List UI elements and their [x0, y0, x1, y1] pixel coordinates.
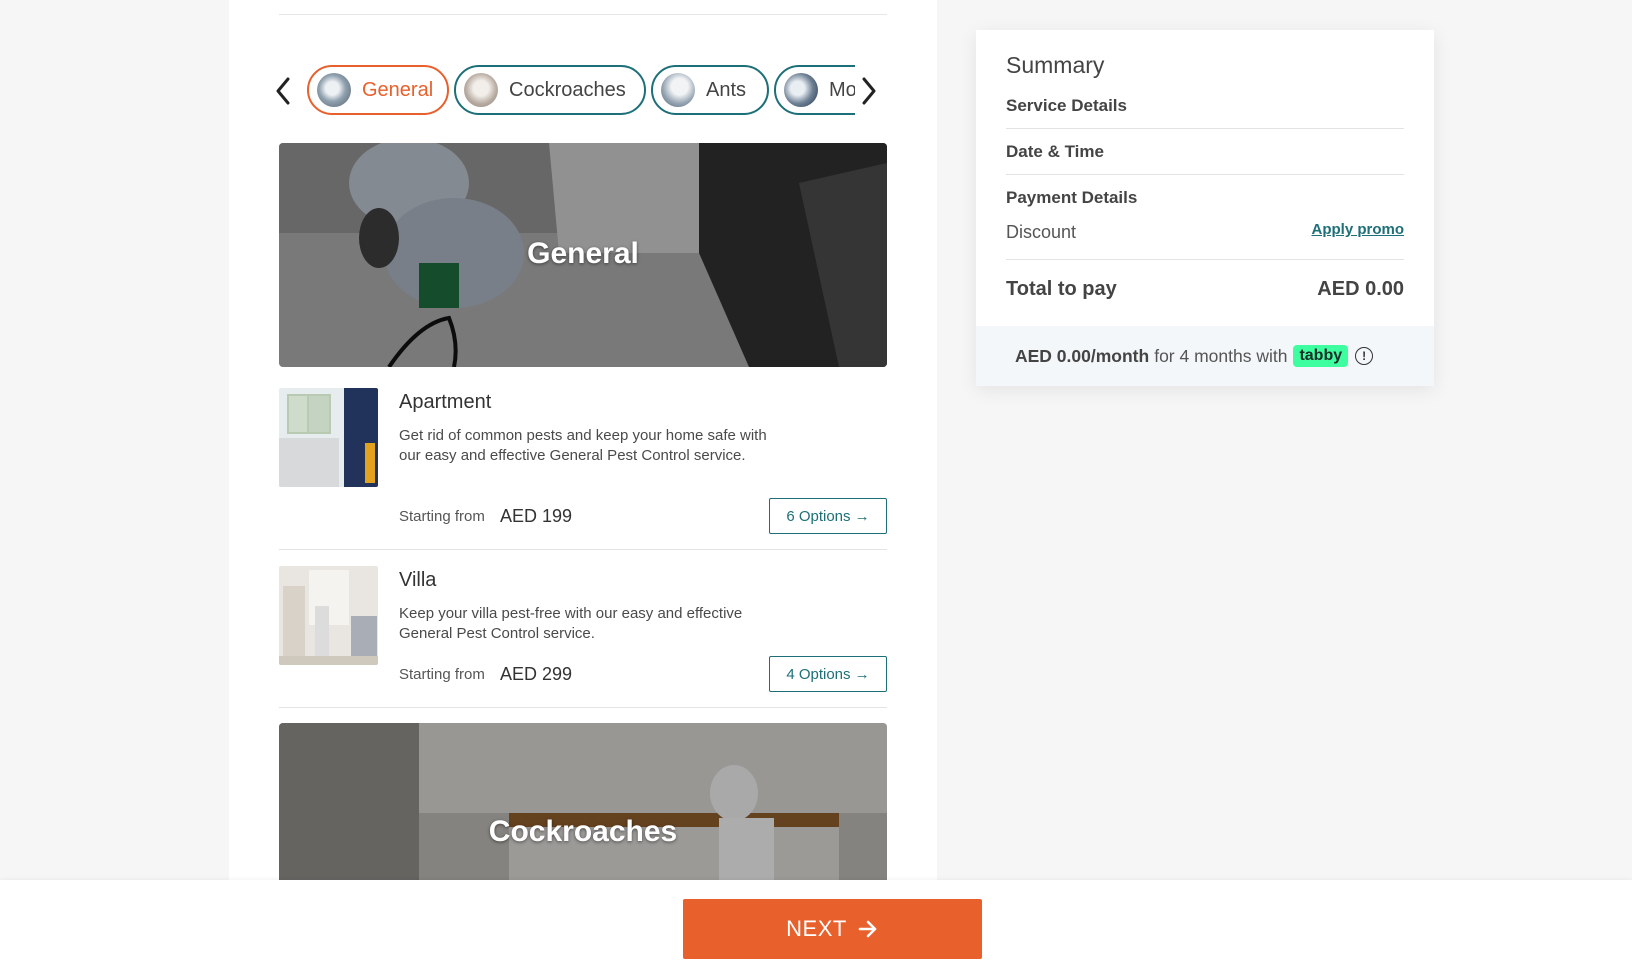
apply-promo-link[interactable]: Apply promo	[1312, 221, 1405, 238]
total-to-pay-value: AED 0.00	[1317, 278, 1404, 300]
service-card-apartment[interactable]: Apartment Get rid of common pests and ke…	[279, 388, 887, 538]
starting-from-label: Starting from	[399, 666, 485, 683]
tab-label: Mosquitoes	[829, 78, 855, 101]
general-thumbnail	[317, 73, 351, 107]
chevron-right-icon	[862, 77, 876, 105]
service-card-villa[interactable]: Villa Keep your villa pest-free with our…	[279, 566, 887, 696]
service-price: AED 299	[500, 664, 573, 684]
cockroaches-thumbnail	[464, 73, 498, 107]
tabby-logo: tabby	[1293, 345, 1349, 367]
mosquitoes-thumbnail	[784, 73, 818, 107]
tab-mosquitoes[interactable]: Mosquitoes	[774, 65, 855, 115]
tab-label: General	[362, 78, 434, 101]
total-to-pay-label: Total to pay	[1006, 278, 1117, 300]
divider	[279, 549, 887, 550]
divider	[279, 707, 887, 708]
chips-prev-button[interactable]	[272, 74, 294, 108]
services-panel: General Cockroaches Ants Mosquitoes	[229, 0, 937, 880]
date-time-label: Date & Time	[1006, 142, 1104, 161]
next-label: NEXT	[786, 916, 847, 941]
ants-thumbnail	[661, 73, 695, 107]
summary-title: Summary	[1006, 52, 1105, 78]
villa-thumbnail	[279, 566, 378, 665]
tabby-installments: AED 0.00/month for 4 months with tabby !	[976, 326, 1434, 386]
discount-label: Discount	[1006, 222, 1077, 242]
category-tabs: General Cockroaches Ants Mosquitoes	[307, 64, 855, 118]
service-name: Villa	[399, 569, 437, 591]
info-circle-icon[interactable]: !	[1355, 347, 1374, 365]
apartment-options-button[interactable]: 6 Options →	[769, 498, 887, 534]
service-price: AED 199	[500, 506, 573, 526]
kitchen-technician-photo	[279, 723, 887, 880]
service-description: Get rid of common pests and keep your ho…	[399, 427, 767, 464]
arrow-right-icon	[858, 920, 877, 938]
chevron-left-icon	[276, 77, 290, 105]
summary-card: Summary Service Details Date & Time Paym…	[976, 30, 1434, 386]
service-details-label: Service Details	[1006, 96, 1127, 115]
chips-next-button[interactable]	[858, 74, 880, 108]
cockroaches-section-banner: Cockroaches	[279, 723, 887, 880]
section-title: Cockroaches	[488, 815, 678, 848]
starting-from-label: Starting from	[399, 508, 485, 525]
service-name: Apartment	[399, 391, 492, 413]
divider	[279, 14, 887, 15]
divider	[1006, 174, 1404, 175]
payment-details-label: Payment Details	[1006, 188, 1138, 207]
section-title: General	[527, 237, 639, 270]
tab-label: Cockroaches	[509, 78, 626, 101]
footer-bar: NEXT	[0, 880, 1632, 975]
divider	[1006, 259, 1404, 260]
divider	[1006, 128, 1404, 129]
villa-options-button[interactable]: 4 Options →	[769, 656, 887, 692]
tab-general[interactable]: General	[307, 65, 449, 115]
tab-cockroaches[interactable]: Cockroaches	[454, 65, 646, 115]
general-section-banner: General	[279, 143, 887, 367]
tabby-text: for 4 months with	[1154, 345, 1288, 366]
tabby-amount: AED 0.00/month	[1015, 345, 1150, 366]
tab-ants[interactable]: Ants	[651, 65, 769, 115]
next-button[interactable]: NEXT	[683, 899, 982, 959]
tab-label: Ants	[706, 78, 747, 101]
service-description: Keep your villa pest-free with our easy …	[399, 605, 743, 642]
apartment-thumbnail	[279, 388, 378, 487]
